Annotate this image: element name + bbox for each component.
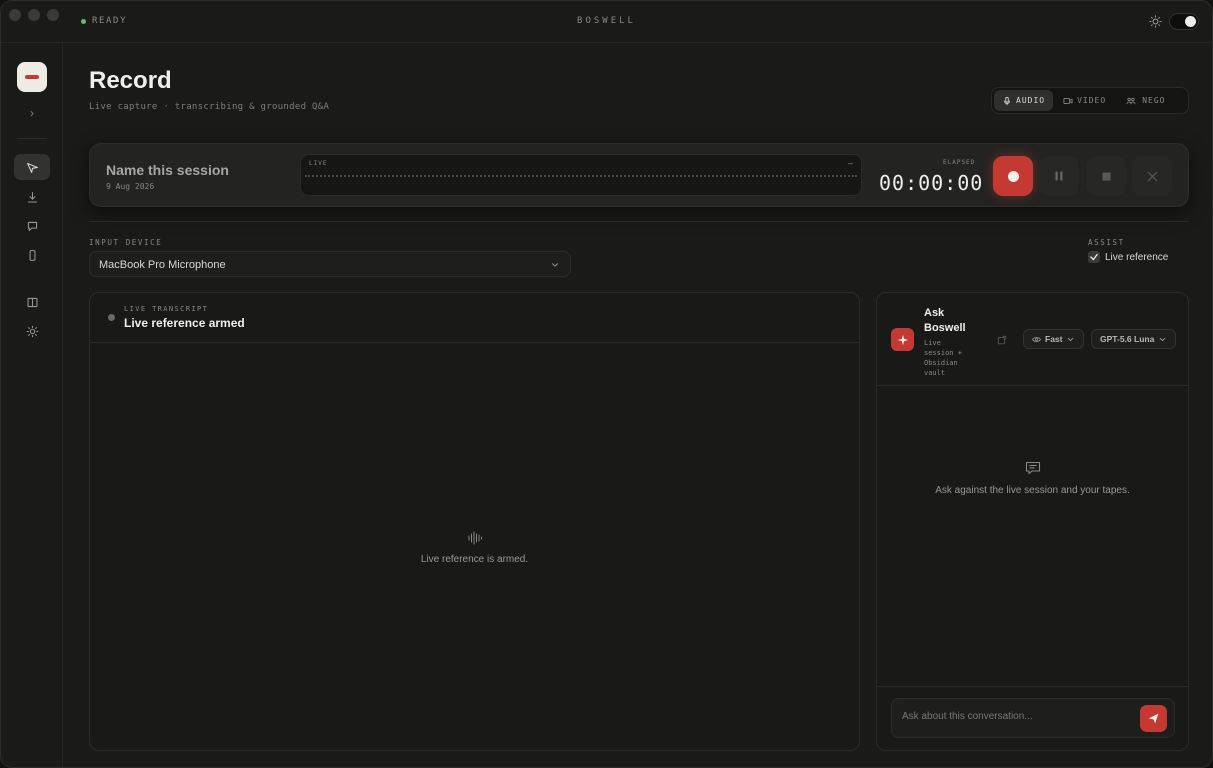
sparkle-icon (891, 328, 914, 351)
speed-select[interactable]: Fast (1023, 329, 1085, 349)
sidebar-divider (17, 138, 47, 139)
transcript-empty-state: Live reference is armed. (420, 554, 529, 565)
elapsed-timer: 00:00:00 (879, 171, 984, 195)
live-reference-checkbox[interactable]: Live reference (1088, 251, 1168, 263)
discard-button[interactable] (1132, 156, 1172, 196)
sidebar-item-chats[interactable] (14, 213, 50, 239)
ask-panel: Ask Boswell Live session + Obsidian vaul… (876, 292, 1189, 751)
input-device-select[interactable]: MacBook Pro Microphone (89, 251, 571, 277)
stop-icon (1101, 171, 1111, 181)
sidebar-item-library[interactable] (14, 289, 50, 315)
app-title: BOSWELL (577, 16, 636, 26)
model-value: GPT-5.6 Luna (1100, 334, 1155, 344)
ask-input-container (891, 698, 1175, 738)
stop-button[interactable] (1086, 156, 1126, 196)
session-bar: Name this session 9 Aug 2026 LIVE – ELAP… (89, 143, 1189, 207)
section-divider (89, 221, 1189, 222)
mode-audio-label: AUDIO (1016, 96, 1046, 105)
input-device-value: MacBook Pro Microphone (99, 259, 226, 271)
mode-video-label: VIDEO (1077, 96, 1107, 105)
session-name-field[interactable]: Name this session (106, 162, 229, 178)
transcript-status-dot (108, 314, 115, 321)
send-icon (1148, 713, 1159, 724)
chat-icon (27, 221, 37, 231)
mode-nego-button[interactable]: NEGO (1116, 90, 1173, 111)
mic-icon (1004, 96, 1010, 105)
eye-icon (1032, 336, 1041, 342)
app-window: READY BOSWELL › Record Live capture · tr… (0, 0, 1213, 768)
ask-subtitle: Live session + Obsidian vault (924, 339, 962, 377)
transcript-title: Live reference armed (124, 316, 245, 330)
page-title: Record (89, 67, 172, 94)
people-icon (1126, 97, 1136, 104)
sidebar-item-devices[interactable] (14, 242, 50, 268)
check-icon (1090, 253, 1098, 261)
chevron-down-icon (1160, 337, 1166, 341)
sidebar-item-imports[interactable] (14, 184, 50, 210)
mode-video-button[interactable]: VIDEO (1055, 90, 1114, 111)
waveform-icon (468, 531, 482, 545)
sidebar-item-settings[interactable] (14, 318, 50, 344)
ask-empty-state: Ask against the live session and your ta… (935, 485, 1130, 496)
video-icon (1063, 97, 1073, 104)
ask-input[interactable] (902, 711, 1132, 722)
waveform-baseline (305, 175, 857, 177)
pause-button[interactable] (1039, 156, 1079, 196)
sidebar-item-record[interactable] (14, 154, 50, 180)
transcript-header: LIVE TRANSCRIPT Live reference armed (90, 293, 859, 343)
input-device-label: INPUT DEVICE (89, 238, 163, 247)
page-subtitle: Live capture · transcribing & grounded Q… (89, 102, 330, 112)
session-date: 9 Aug 2026 (106, 182, 155, 191)
pause-icon (1055, 171, 1063, 181)
sun-icon[interactable] (1149, 15, 1162, 28)
chevron-down-icon (552, 263, 558, 267)
model-select[interactable]: GPT-5.6 Luna (1091, 329, 1177, 349)
logo-mark (25, 75, 39, 79)
send-button[interactable] (1140, 705, 1167, 732)
transcript-label: LIVE TRANSCRIPT (124, 305, 209, 313)
chevron-right-icon[interactable]: › (25, 106, 39, 120)
title-bar: READY BOSWELL (1, 1, 1212, 43)
checkbox-box (1088, 251, 1100, 263)
close-icon (1147, 171, 1157, 181)
toggle-knob (1185, 16, 1196, 27)
transcript-panel: LIVE TRANSCRIPT Live reference armed Liv… (89, 292, 860, 751)
elapsed-label: ELAPSED (943, 159, 976, 166)
theme-toggle[interactable] (1169, 13, 1199, 30)
record-dot-icon (1007, 170, 1019, 182)
send-icon (26, 162, 38, 173)
assist-label: ASSIST (1088, 238, 1125, 247)
mode-audio-button[interactable]: AUDIO (994, 90, 1054, 111)
ask-footer-divider (877, 686, 1188, 687)
download-icon (27, 191, 37, 202)
live-reference-label: Live reference (1105, 251, 1169, 263)
ask-title: Ask Boswell (924, 307, 966, 334)
book-icon (27, 297, 37, 307)
capture-mode-switcher: AUDIO VIDEO NEGO (991, 87, 1189, 114)
live-waveform: LIVE – (300, 154, 862, 196)
waveform-marker: – (847, 158, 853, 168)
waveform-live-label: LIVE (309, 160, 328, 167)
ask-header: Ask Boswell Live session + Obsidian vaul… (877, 293, 1188, 386)
mode-nego-label: NEGO (1142, 96, 1166, 105)
phone-icon (29, 249, 35, 261)
external-link-icon[interactable] (997, 335, 1007, 345)
sidebar: › (1, 43, 63, 767)
app-logo[interactable] (17, 62, 47, 92)
speed-value: Fast (1045, 334, 1063, 344)
record-button[interactable] (993, 156, 1033, 196)
chat-bubble-icon (1025, 461, 1041, 475)
settings-sun-icon (26, 325, 38, 337)
chevron-down-icon (1068, 337, 1074, 341)
